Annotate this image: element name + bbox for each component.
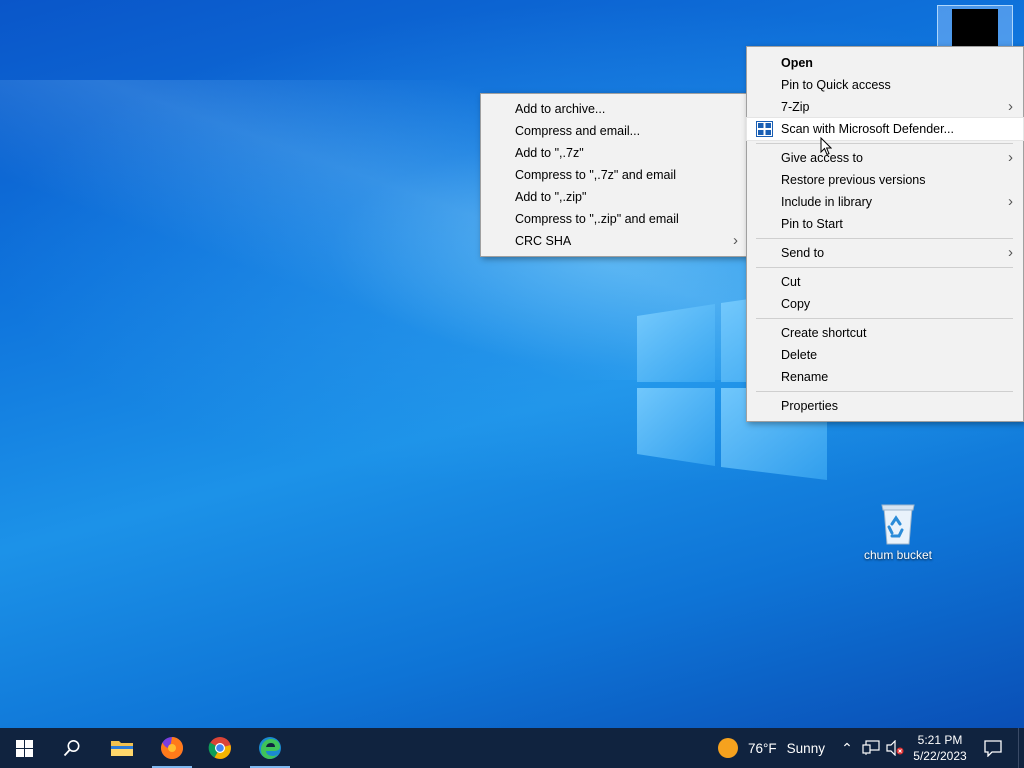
mouse-cursor-icon (820, 137, 832, 156)
chevron-right-icon: › (1008, 149, 1013, 166)
show-desktop-button[interactable] (1018, 728, 1024, 768)
selected-file-icon[interactable] (937, 5, 1013, 49)
start-button[interactable] (0, 728, 48, 768)
menu-item-crc-sha[interactable]: CRC SHA › (481, 230, 748, 252)
7zip-submenu: Add to archive... Compress and email... … (480, 93, 749, 257)
chrome-button[interactable] (196, 728, 244, 768)
defender-shield-icon (756, 121, 773, 137)
clock-date: 5/22/2023 (913, 749, 967, 763)
network-icon[interactable] (862, 740, 880, 756)
file-thumbnail (952, 9, 998, 49)
menu-separator (756, 238, 1013, 239)
windows-start-icon (15, 739, 33, 757)
menu-item-cut[interactable]: Cut (747, 271, 1023, 293)
recycle-bin[interactable]: chum bucket (858, 500, 938, 562)
menu-item-delete[interactable]: Delete (747, 344, 1023, 366)
menu-item-compress-7z-email[interactable]: Compress to ",.7z" and email (481, 164, 748, 186)
menu-item-7zip[interactable]: 7-Zip › (747, 96, 1023, 118)
menu-separator (756, 267, 1013, 268)
menu-item-copy[interactable]: Copy (747, 293, 1023, 315)
folder-icon (111, 741, 133, 756)
chevron-right-icon: › (1008, 244, 1013, 261)
chevron-up-icon[interactable]: ⌃ (838, 740, 856, 757)
edge-button[interactable] (246, 728, 294, 768)
menu-item-compress-and-email[interactable]: Compress and email... (481, 120, 748, 142)
taskbar: 76°F Sunny ⌃ 5:21 PM 5/22/2023 (0, 728, 1024, 768)
notification-icon (984, 740, 1002, 757)
edge-icon (259, 737, 281, 759)
taskbar-clock[interactable]: 5:21 PM 5/22/2023 (905, 732, 975, 764)
file-explorer-button[interactable] (98, 728, 146, 768)
menu-item-pin-start[interactable]: Pin to Start (747, 213, 1023, 235)
menu-item-scan-defender[interactable]: Scan with Microsoft Defender... (746, 117, 1024, 141)
weather-widget[interactable]: 76°F Sunny (718, 728, 825, 768)
menu-item-add-to-archive[interactable]: Add to archive... (481, 98, 748, 120)
search-icon (63, 740, 80, 757)
menu-separator (756, 143, 1013, 144)
menu-item-rename[interactable]: Rename (747, 366, 1023, 388)
search-button[interactable] (48, 728, 96, 768)
weather-condition: Sunny (786, 740, 825, 756)
menu-separator (756, 318, 1013, 319)
menu-item-pin-quick-access[interactable]: Pin to Quick access (747, 74, 1023, 96)
menu-item-send-to[interactable]: Send to › (747, 242, 1023, 264)
chevron-right-icon: › (1008, 98, 1013, 115)
menu-item-give-access[interactable]: Give access to › (747, 147, 1023, 169)
file-context-menu: Open Pin to Quick access 7-Zip › Scan wit… (746, 46, 1024, 422)
chrome-icon (208, 737, 231, 759)
menu-item-open[interactable]: Open (747, 52, 1023, 74)
clock-time: 5:21 PM (917, 733, 963, 747)
menu-item-create-shortcut[interactable]: Create shortcut (747, 322, 1023, 344)
recycle-bin-label: chum bucket (863, 548, 933, 562)
system-tray: ⌃ (838, 728, 904, 768)
sun-icon (718, 738, 738, 758)
menu-item-include-library[interactable]: Include in library › (747, 191, 1023, 213)
menu-item-properties[interactable]: Properties (747, 395, 1023, 417)
firefox-button[interactable] (148, 728, 196, 768)
weather-temperature: 76°F (748, 740, 777, 756)
menu-item-add-to-zip[interactable]: Add to ",.zip" (481, 186, 748, 208)
chevron-right-icon: › (1008, 193, 1013, 210)
menu-item-add-to-7z[interactable]: Add to ",.7z" (481, 142, 748, 164)
chevron-right-icon: › (733, 232, 738, 249)
menu-separator (756, 391, 1013, 392)
action-center-button[interactable] (978, 728, 1008, 768)
menu-item-restore-versions[interactable]: Restore previous versions (747, 169, 1023, 191)
volume-muted-icon[interactable] (886, 740, 904, 756)
firefox-icon (161, 736, 184, 759)
recycle-bin-icon (881, 504, 915, 545)
menu-item-compress-zip-email[interactable]: Compress to ",.zip" and email (481, 208, 748, 230)
